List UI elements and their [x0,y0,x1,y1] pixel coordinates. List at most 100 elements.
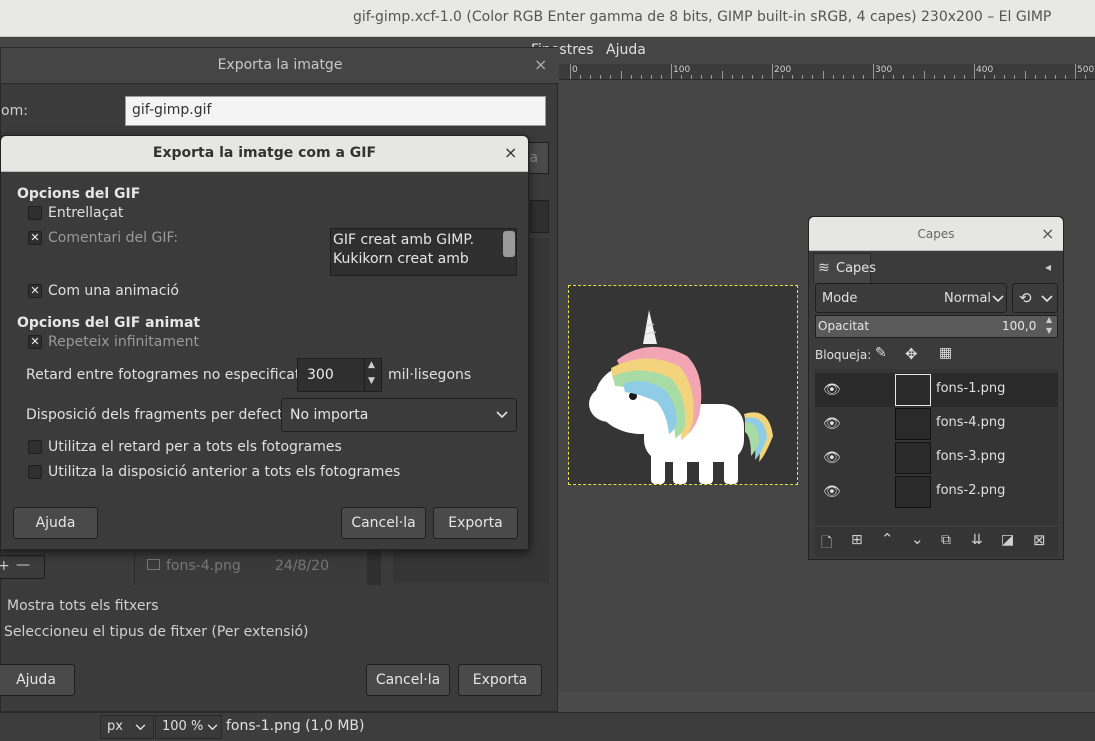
opacity-slider[interactable]: Opacitat 100,0 ▲ ▼ [815,315,1058,338]
visibility-eye-icon[interactable]: 👁 [823,382,841,398]
visibility-eye-icon[interactable]: 👁 [823,484,841,500]
layer-name: fons-4.png [936,415,1006,430]
chevron-down-icon [992,295,1004,303]
cancel-button[interactable]: Cancel·la [341,507,426,539]
gif-dialog-title: Exporta la imatge com a GIF [152,145,377,161]
delay-unit-label: mil·lisegons [388,367,472,383]
show-all-files-label[interactable]: Mostra tots els fitxers [7,598,159,614]
filename-input[interactable]: gif-gimp.gif [125,96,546,126]
mode-combobox[interactable]: Mode Normal [815,283,1007,313]
layer-row[interactable]: 👁 fons-2.png [815,475,1058,509]
delay-spinbutton[interactable]: 300 ▲ ▼ [297,358,382,392]
file-date: 24/8/20 [275,558,329,574]
list-item[interactable]: fons-4.png [147,558,241,574]
chevron-down-icon[interactable]: ▼ [368,376,375,386]
use-disposal-label[interactable]: Utilitza la disposició anterior a tots e… [48,464,400,480]
opacity-value: 100,0 [1002,319,1037,333]
ruler-label: 200 [774,65,792,75]
use-delay-checkbox[interactable] [28,440,42,454]
mode-reset-button[interactable]: ⟲ [1012,283,1058,313]
ruler-tick [923,71,925,79]
raise-layer-icon[interactable]: ⌃ [881,530,894,548]
merge-layer-icon[interactable]: ⇊ [971,532,983,548]
ruler-tick [660,75,662,79]
ruler-tick [963,75,965,79]
zoom-combobox[interactable]: 100 % [155,715,222,739]
new-layer-icon[interactable]: 🗋 [821,532,832,556]
ruler-tick [640,75,642,79]
as-animation-checkbox[interactable]: ✕ [28,284,42,298]
layer-list[interactable]: 👁 fons-1.png 👁 fons-4.png 👁 fons-3.png 👁… [815,369,1058,525]
layers-toolbar: 🗋 ⊞ ⌃ ⌄ ⧉ ⇊ ◪ ⊠ [815,527,1058,557]
chevron-down-icon [135,724,146,731]
ruler-tick [691,75,693,79]
help-button[interactable]: Ajuda [0,664,75,696]
interlace-label[interactable]: Entrellaçat [48,205,123,221]
lock-paint-icon[interactable]: ✎ [875,345,887,361]
chevron-down-icon[interactable]: ▼ [1046,326,1052,335]
menu-help[interactable]: Ajuda [606,42,646,58]
layer-row[interactable]: 👁 fons-3.png [815,441,1058,475]
delete-layer-icon[interactable]: ⊠ [1033,531,1046,549]
ruler-tick [1085,75,1087,79]
ruler-tick [1004,75,1006,79]
layer-thumbnail [895,408,931,440]
ruler-label: 500 [1077,65,1095,75]
file-type-expander[interactable]: Seleccioneu el tipus de fitxer (Per exte… [4,624,309,640]
loop-forever-label[interactable]: Repeteix infinitament [48,334,199,350]
unit-combobox[interactable]: px [100,715,154,739]
dock-menu-icon[interactable]: ◂ [1045,260,1051,274]
comment-scrollbar[interactable] [503,231,515,257]
ruler-tick [862,75,864,79]
lock-position-icon[interactable]: ✥ [905,345,918,363]
layer-row[interactable]: 👁 fons-4.png [815,407,1058,441]
image-canvas[interactable] [568,285,798,485]
lock-label: Bloqueja: [815,348,872,362]
layer-mask-icon[interactable]: ◪ [1001,532,1014,548]
duplicate-layer-icon[interactable]: ⧉ [941,532,951,548]
interlace-checkbox[interactable] [28,206,42,220]
use-delay-label[interactable]: Utilitza el retard per a tots els fotogr… [48,439,342,455]
lower-layer-icon[interactable]: ⌄ [911,530,924,548]
close-icon[interactable]: × [504,143,517,162]
ruler-tick [761,75,763,79]
comment-checkbox[interactable]: ✕ [28,231,42,245]
comment-textarea[interactable]: GIF creat amb GIMP. Kukikorn creat amb [330,228,517,276]
as-animation-label[interactable]: Com una animació [48,283,179,299]
export-button[interactable]: Exporta [433,507,518,539]
zoom-value: 100 % [162,719,204,734]
ruler-tick [984,75,986,79]
loop-forever-checkbox[interactable]: ✕ [28,335,42,349]
close-icon[interactable]: × [534,55,547,74]
location-field-edge[interactable] [530,200,549,233]
help-button[interactable]: Ajuda [13,507,98,539]
ruler-tick [721,71,723,79]
ruler-tick [1014,75,1016,79]
remove-bookmark-icon[interactable]: — [16,557,30,573]
window-title: gif-gimp.xcf-1.0 (Color RGB Enter gamma … [353,9,1052,25]
chevron-up-icon[interactable]: ▲ [1046,315,1052,324]
use-disposal-checkbox[interactable] [28,465,42,479]
delay-stepper[interactable]: ▲ ▼ [364,359,381,391]
ruler-tick [903,75,905,79]
ruler-tick [792,75,794,79]
visibility-eye-icon[interactable]: 👁 [823,416,841,432]
cancel-button[interactable]: Cancel·la [366,664,450,696]
layers-dock-title: Capes [917,227,955,241]
disposal-combobox[interactable]: No importa [281,398,517,432]
tab-layers[interactable]: ≋ Capes [813,253,876,283]
horizontal-ruler[interactable]: 0 100 200 300 400 500 [558,64,1095,80]
gif-options-heading: Opcions del GIF [17,186,141,202]
lock-alpha-icon[interactable]: ▦ [939,345,952,361]
visibility-eye-icon[interactable]: 👁 [823,450,841,466]
add-bookmark-icon[interactable]: + [0,558,10,574]
export-button[interactable]: Exporta [458,664,542,696]
comment-label[interactable]: Comentari del GIF: [48,230,178,246]
close-icon[interactable]: × [1041,224,1054,243]
new-layer-group-icon[interactable]: ⊞ [851,532,863,548]
file-list-scrollbar[interactable] [367,551,381,585]
file-list[interactable]: fons-4.png 24/8/20 [134,551,381,585]
layer-row[interactable]: 👁 fons-1.png [815,373,1058,407]
ruler-tick [751,75,753,79]
chevron-up-icon[interactable]: ▲ [368,360,375,370]
